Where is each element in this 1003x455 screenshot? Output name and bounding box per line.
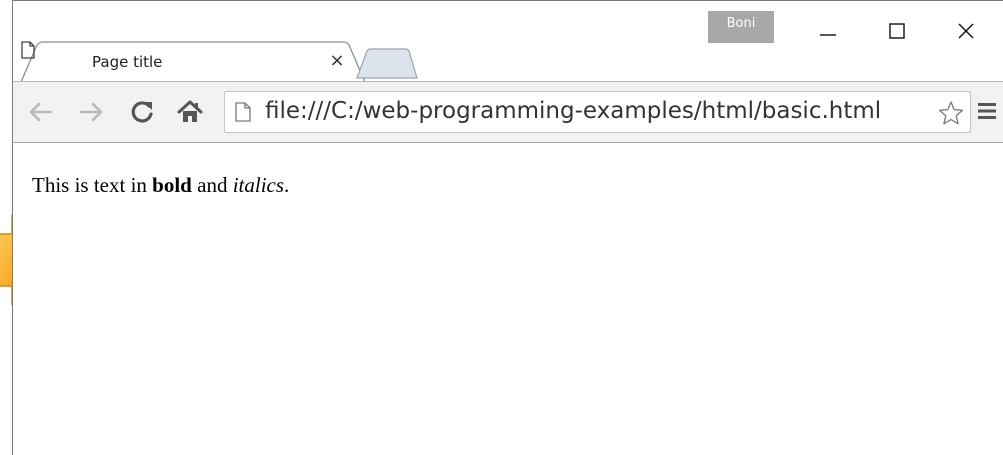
browser-toolbar: file:///C:/web-programming-examples/html…	[13, 81, 1003, 143]
address-bar-url[interactable]: file:///C:/web-programming-examples/html…	[265, 95, 881, 127]
paragraph-text: .	[284, 173, 290, 197]
close-button[interactable]	[933, 11, 999, 51]
arrow-right-icon[interactable]	[77, 98, 105, 126]
page-icon	[21, 41, 35, 59]
minimize-icon	[820, 34, 836, 36]
reload-icon[interactable]	[128, 98, 156, 126]
bold-text: bold	[152, 173, 192, 197]
address-bar[interactable]: file:///C:/web-programming-examples/html…	[224, 91, 971, 133]
tab-shape	[21, 41, 365, 83]
close-icon	[958, 23, 974, 39]
italic-text: italics	[232, 173, 285, 197]
star-icon[interactable]	[938, 100, 964, 126]
paragraph-text: This is text in	[32, 173, 153, 197]
minimize-button[interactable]	[795, 11, 861, 51]
page-paragraph: This is text in bold and italics.	[32, 173, 289, 198]
browser-window: Page title × Boni file:///C:/web-program…	[12, 0, 1003, 455]
tab-close-icon[interactable]: ×	[326, 50, 348, 72]
maximize-button[interactable]	[864, 11, 930, 51]
arrow-left-icon[interactable]	[27, 98, 55, 126]
hamburger-menu-icon[interactable]	[976, 100, 998, 122]
page-content: This is text in bold and italics.	[13, 143, 1003, 455]
paragraph-text: and	[191, 173, 233, 197]
tab-page-title[interactable]: Page title ×	[21, 41, 365, 83]
new-tab-button[interactable]	[355, 47, 421, 79]
page-icon	[235, 102, 251, 122]
maximize-icon	[889, 23, 905, 39]
tab-title: Page title	[92, 53, 163, 71]
profile-badge[interactable]: Boni	[708, 11, 774, 43]
tab-strip: Page title × Boni	[13, 1, 1003, 83]
home-icon[interactable]	[176, 98, 204, 126]
